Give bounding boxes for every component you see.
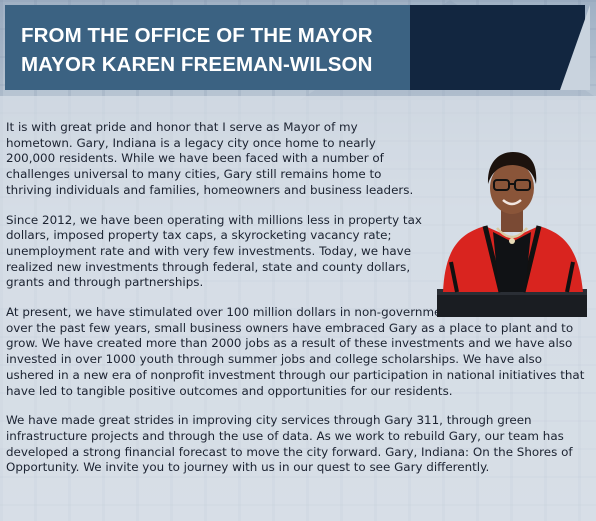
letter-paragraph-4: We have made great strides in improving … <box>6 413 573 475</box>
letter-paragraph-2: Since 2012, we have been operating with … <box>6 212 422 290</box>
podium <box>437 292 587 317</box>
necklace-pendant <box>509 238 515 244</box>
letter-paragraph-1: It is with great pride and honor that I … <box>6 120 414 197</box>
page-title-banner: FROM THE OFFICE OF THE MAYOR MAYOR KAREN… <box>5 5 410 90</box>
page-title-line1: FROM THE OFFICE OF THE MAYOR <box>21 24 373 47</box>
page-title-line2: MAYOR KAREN FREEMAN-WILSON <box>21 53 373 76</box>
mayor-portrait <box>437 152 587 317</box>
title-accent-panel <box>410 5 585 90</box>
letter-paragraph-3: At present, we have stimulated over 100 … <box>6 305 585 398</box>
